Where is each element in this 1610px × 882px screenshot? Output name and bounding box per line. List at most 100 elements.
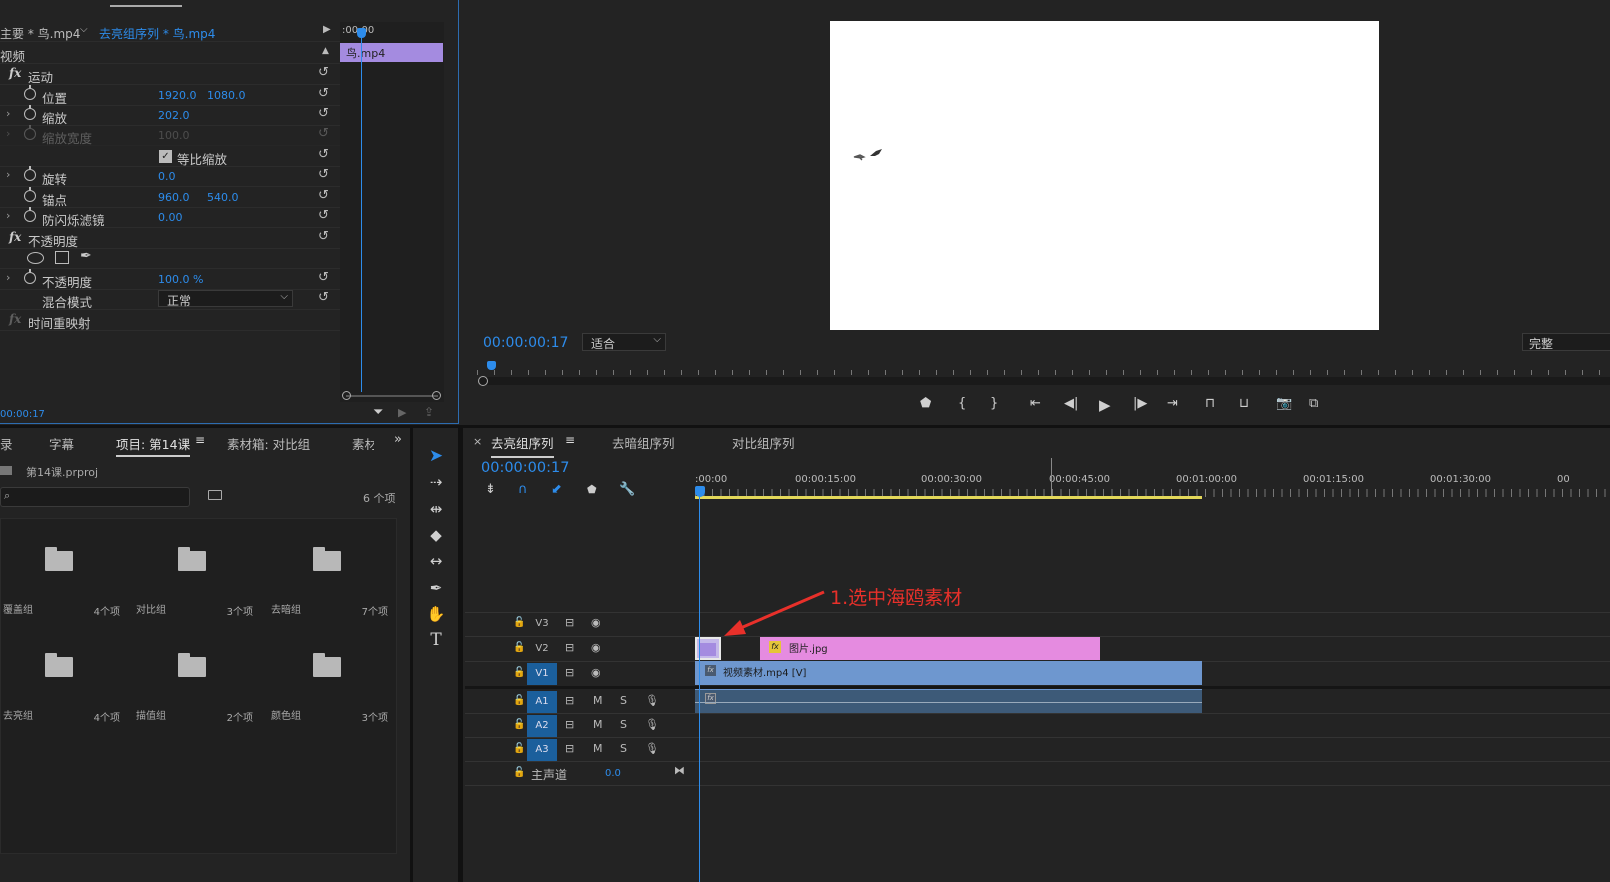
- reset-icon[interactable]: ↺: [318, 208, 329, 223]
- ec-row-blend[interactable]: 混合模式 正常 ⌵ ↺: [0, 289, 340, 310]
- pen-mask-icon[interactable]: ✒: [80, 248, 92, 264]
- tab-sequence-bright[interactable]: 去亮组序列: [491, 433, 554, 458]
- master-track-value[interactable]: 0.0: [605, 768, 621, 779]
- audio-clip[interactable]: fx: [695, 689, 1202, 713]
- lock-icon[interactable]: 🔓: [513, 767, 525, 778]
- zoom-bar-handle[interactable]: [478, 376, 488, 386]
- chevron-down-icon[interactable]: ⌵: [80, 24, 88, 35]
- pen-tool-icon[interactable]: ✒: [424, 576, 448, 600]
- export-frame-icon[interactable]: 📷: [1276, 396, 1292, 411]
- lock-icon[interactable]: 🔓: [513, 667, 525, 678]
- reset-icon[interactable]: ↺: [318, 147, 329, 162]
- tab-media[interactable]: 素材: [352, 434, 374, 453]
- reset-icon[interactable]: ↺: [318, 106, 329, 121]
- filter-icon[interactable]: ⏷: [373, 405, 383, 420]
- mute-button[interactable]: M: [593, 694, 603, 707]
- ripple-edit-tool-icon[interactable]: ⇹: [424, 497, 448, 521]
- razor-tool-icon[interactable]: ◆: [424, 523, 448, 547]
- add-marker-icon[interactable]: ⬟: [587, 483, 597, 496]
- ec-opacity-value[interactable]: 100.0 %: [158, 273, 203, 286]
- ec-mini-timeline[interactable]: :00:00 鸟.mp4: [340, 22, 444, 402]
- blend-mode-select[interactable]: 正常 ⌵: [158, 290, 293, 308]
- twirl-right-icon[interactable]: ›: [6, 209, 10, 222]
- track-target-v2[interactable]: V2: [527, 638, 557, 660]
- selection-tool-icon[interactable]: ➤: [424, 444, 448, 468]
- twirl-right-icon[interactable]: ›: [6, 168, 10, 181]
- type-tool-icon[interactable]: T: [424, 628, 448, 652]
- ec-row-time-remap[interactable]: fx 时间重映射: [0, 310, 340, 331]
- ec-anchor-y[interactable]: 540.0: [207, 191, 239, 204]
- solo-button[interactable]: S: [620, 742, 627, 755]
- eye-icon[interactable]: ◉: [591, 616, 601, 629]
- reset-icon[interactable]: ↺: [318, 290, 329, 305]
- sync-lock-icon[interactable]: ⊟: [565, 616, 574, 629]
- lock-icon[interactable]: 🔓: [513, 719, 525, 730]
- tab-menu-icon[interactable]: ≡: [195, 433, 205, 447]
- fx-icon[interactable]: fx: [9, 66, 21, 80]
- eye-icon[interactable]: ◉: [591, 666, 601, 679]
- bin-item[interactable]: 描值组 2个项: [130, 625, 263, 731]
- bin-item[interactable]: 颜色组 3个项: [265, 625, 398, 731]
- add-marker-icon[interactable]: ⬟: [920, 396, 931, 411]
- reset-icon[interactable]: ↺: [318, 86, 329, 101]
- ec-mini-scroll-left-handle[interactable]: [342, 391, 351, 400]
- program-timecode[interactable]: 00:00:00:17: [483, 335, 568, 351]
- quality-select[interactable]: 完整: [1522, 333, 1610, 351]
- linked-selection-icon[interactable]: ⬋: [551, 482, 562, 497]
- fit-select[interactable]: 适合 ⌵: [582, 333, 666, 351]
- stopwatch-icon[interactable]: [24, 85, 36, 100]
- timeline-playhead-head[interactable]: [695, 486, 705, 497]
- tab-record[interactable]: 录: [0, 434, 13, 453]
- track-target-a1[interactable]: A1: [527, 691, 557, 713]
- stopwatch-icon[interactable]: [24, 105, 36, 120]
- tab-sequence-dark[interactable]: 去暗组序列: [612, 433, 675, 452]
- track-target-a3[interactable]: A3: [527, 739, 557, 761]
- new-bin-from-search-icon[interactable]: [208, 490, 222, 500]
- more-tabs-icon[interactable]: »: [394, 432, 402, 447]
- track-target-a2[interactable]: A2: [527, 715, 557, 737]
- tab-menu-icon[interactable]: ≡: [565, 433, 575, 447]
- slip-tool-icon[interactable]: ↔: [424, 549, 448, 573]
- stopwatch-icon[interactable]: [24, 187, 36, 202]
- ec-row-opacity[interactable]: › 不透明度 100.0 % ↺: [0, 269, 340, 290]
- ec-row-opacity-group[interactable]: fx 不透明度 ↺: [0, 228, 340, 249]
- source-clip-tab[interactable]: 主要 * 鸟.mp4: [0, 25, 80, 42]
- video-clip[interactable]: fx 视频素材.mp4 [V]: [695, 661, 1202, 685]
- track-target-v3[interactable]: V3: [527, 613, 557, 635]
- ec-row-anchor[interactable]: 锚点 960.0 540.0 ↺: [0, 187, 340, 208]
- snap-icon[interactable]: ∩: [518, 482, 528, 497]
- play-icon[interactable]: ▶: [1099, 396, 1111, 414]
- ec-row-motion[interactable]: fx 运动 ↺: [0, 64, 340, 85]
- twirl-right-icon[interactable]: ›: [6, 107, 10, 120]
- ec-row-uniform[interactable]: ✓ 等比缩放 ↺: [0, 146, 340, 167]
- export-icon[interactable]: ⇪: [424, 405, 434, 419]
- step-back-icon[interactable]: ◀|: [1064, 396, 1078, 411]
- bin-item[interactable]: 去亮组 4个项: [0, 625, 130, 731]
- program-video-frame[interactable]: [830, 21, 1379, 330]
- ec-footer-timecode[interactable]: 00:00:17: [0, 409, 45, 420]
- wrench-icon[interactable]: 🔧: [619, 482, 635, 497]
- ec-row-flicker[interactable]: › 防闪烁滤镜 0.00 ↺: [0, 207, 340, 228]
- program-zoom-bar[interactable]: [478, 376, 1610, 386]
- solo-button[interactable]: S: [620, 694, 627, 707]
- timeline-timecode[interactable]: 00:00:00:17: [481, 460, 569, 476]
- stopwatch-icon[interactable]: [24, 269, 36, 284]
- bin-item[interactable]: 对比组 3个项: [130, 519, 263, 625]
- play-arrow-icon[interactable]: ▶: [323, 24, 331, 35]
- rectangle-mask-icon[interactable]: [55, 251, 69, 264]
- solo-button[interactable]: S: [620, 718, 627, 731]
- reset-icon[interactable]: ↺: [318, 229, 329, 244]
- bin-item[interactable]: 去暗组 7个项: [265, 519, 398, 625]
- ec-flicker-value[interactable]: 0.00: [158, 211, 183, 224]
- ec-row-scale[interactable]: › 缩放 202.0 ↺: [0, 105, 340, 126]
- go-to-out-icon[interactable]: ⇥: [1167, 396, 1178, 411]
- go-to-end-icon[interactable]: ⧓: [674, 764, 685, 777]
- ec-scale-value[interactable]: 202.0: [158, 109, 190, 122]
- go-to-in-icon[interactable]: ⇤: [1030, 396, 1041, 411]
- mark-out-icon[interactable]: }: [990, 396, 998, 411]
- ec-row-position[interactable]: 位置 1920.0 1080.0 ↺: [0, 85, 340, 106]
- collapse-up-icon[interactable]: ▲: [322, 46, 329, 56]
- extract-icon[interactable]: ⊔: [1239, 396, 1249, 411]
- work-area-bar[interactable]: [695, 496, 1202, 499]
- microphone-icon[interactable]: 🎙: [645, 694, 659, 707]
